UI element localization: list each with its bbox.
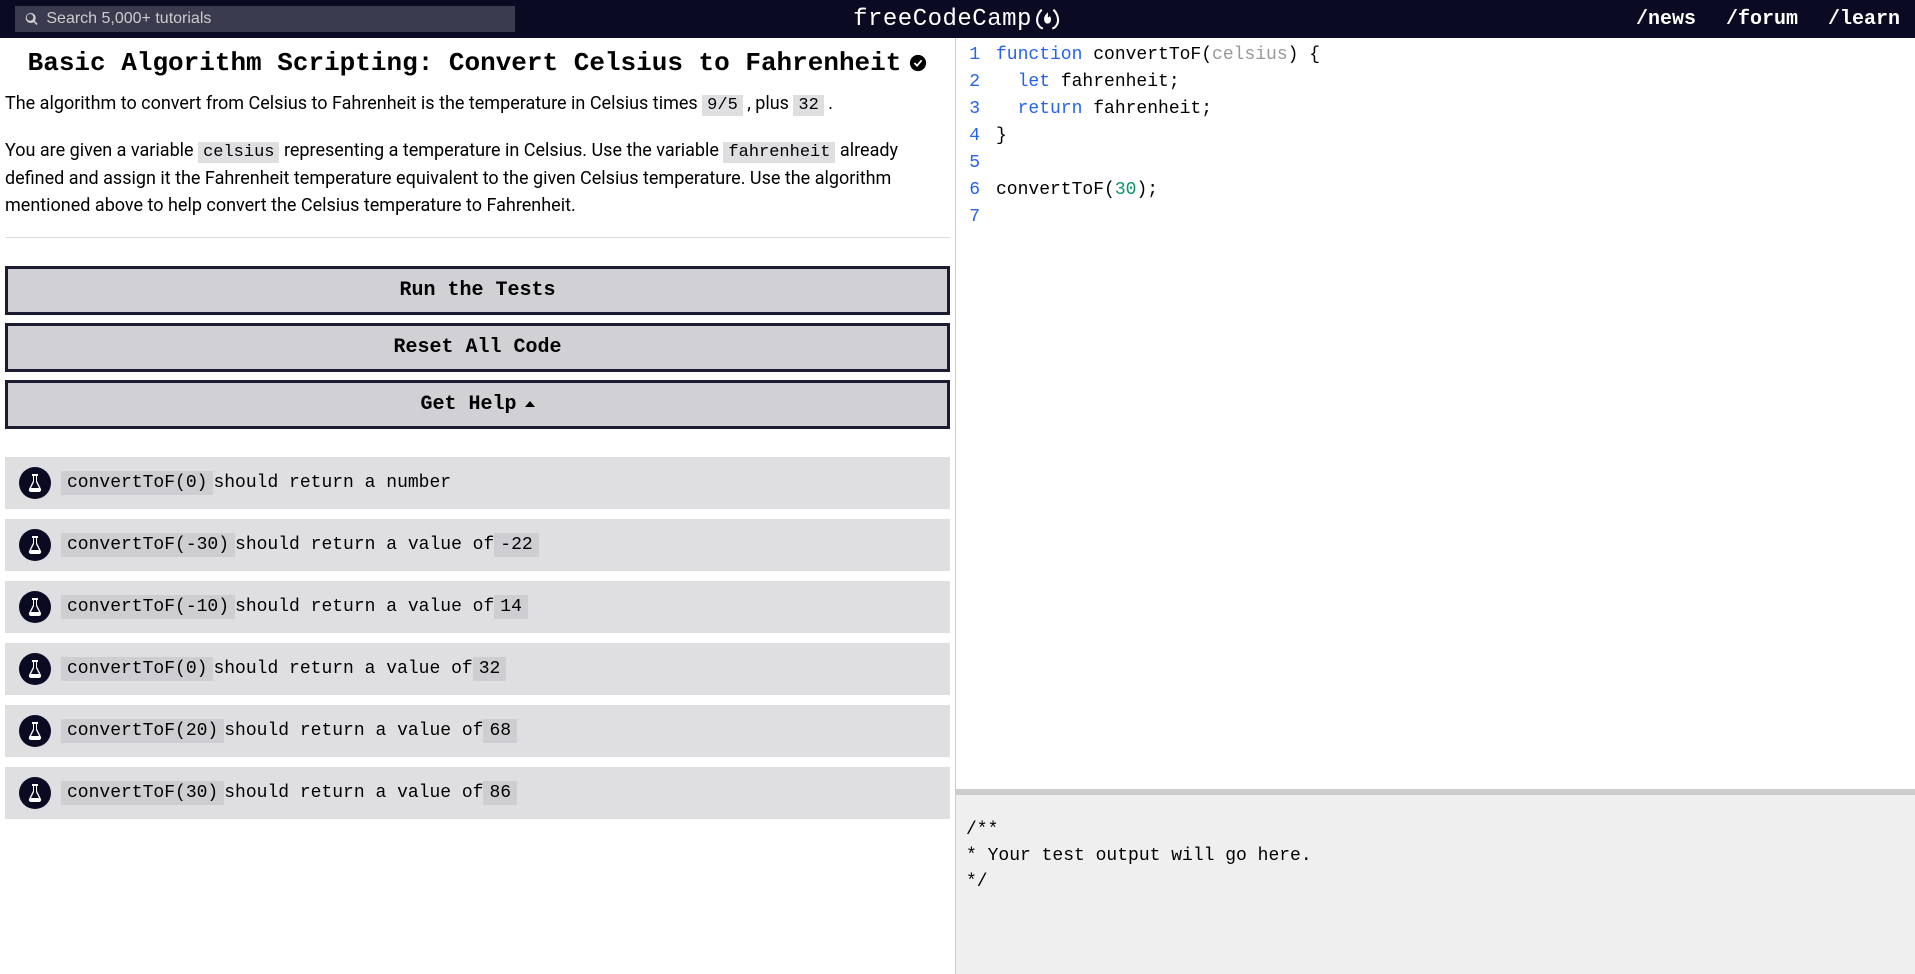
test-row: convertToF(30) should return a value of … <box>5 767 950 819</box>
get-help-button[interactable]: Get Help <box>5 380 950 429</box>
test-text: should return a value of <box>235 535 494 555</box>
test-expected: 14 <box>494 595 528 619</box>
line-number: 2 <box>956 69 996 96</box>
code-content[interactable]: convertToF(30); <box>996 177 1158 204</box>
test-expected: -22 <box>494 533 538 557</box>
description-1: The algorithm to convert from Celsius to… <box>5 90 950 119</box>
nav-link-learn[interactable]: /learn <box>1828 8 1900 31</box>
editor-line[interactable]: 1function convertToF(celsius) { <box>956 42 1915 69</box>
search-icon <box>25 12 38 26</box>
button-column: Run the Tests Reset All Code Get Help <box>5 266 950 429</box>
code-content[interactable]: let fahrenheit; <box>996 69 1180 96</box>
line-number: 7 <box>956 204 996 231</box>
caret-up-icon <box>525 401 535 407</box>
test-code: convertToF(20) <box>61 719 224 743</box>
navbar: freeCodeCamp /news /forum /learn <box>0 0 1915 38</box>
code-offset: 32 <box>793 95 823 116</box>
title-row: Basic Algorithm Scripting: Convert Celsi… <box>5 48 950 78</box>
flask-icon <box>19 529 51 561</box>
line-number: 3 <box>956 96 996 123</box>
line-number: 5 <box>956 150 996 177</box>
flask-icon <box>19 777 51 809</box>
test-text: should return a number <box>213 473 451 493</box>
search-input[interactable] <box>46 10 505 28</box>
flask-icon <box>19 467 51 499</box>
reset-code-button[interactable]: Reset All Code <box>5 323 950 372</box>
editor-line[interactable]: 3 return fahrenheit; <box>956 96 1915 123</box>
run-tests-button[interactable]: Run the Tests <box>5 266 950 315</box>
editor-panel: 1function convertToF(celsius) {2 let fah… <box>955 38 1915 974</box>
tests-list: convertToF(0) should return a numberconv… <box>5 457 950 819</box>
description-2: You are given a variable celsius represe… <box>5 137 950 220</box>
test-row: convertToF(-30) should return a value of… <box>5 519 950 571</box>
brand-text: freeCodeCamp <box>853 6 1032 33</box>
fire-icon <box>1034 5 1062 33</box>
test-row: convertToF(0) should return a value of 3… <box>5 643 950 695</box>
challenge-title: Basic Algorithm Scripting: Convert Celsi… <box>28 48 902 78</box>
test-text: should return a value of <box>224 783 483 803</box>
test-code: convertToF(0) <box>61 471 213 495</box>
nav-link-news[interactable]: /news <box>1636 8 1696 31</box>
brand-logo[interactable]: freeCodeCamp <box>853 5 1062 33</box>
test-expected: 68 <box>483 719 517 743</box>
editor-line[interactable]: 2 let fahrenheit; <box>956 69 1915 96</box>
editor-line[interactable]: 7 <box>956 204 1915 231</box>
completed-check-icon <box>909 54 927 72</box>
search-container[interactable] <box>15 6 515 32</box>
line-number: 4 <box>956 123 996 150</box>
editor-line[interactable]: 4} <box>956 123 1915 150</box>
code-fraction: 9/5 <box>702 95 743 116</box>
code-editor[interactable]: 1function convertToF(celsius) {2 let fah… <box>956 38 1915 789</box>
code-content[interactable]: } <box>996 123 1007 150</box>
line-number: 1 <box>956 42 996 69</box>
test-text: should return a value of <box>235 597 494 617</box>
main-content: Basic Algorithm Scripting: Convert Celsi… <box>0 38 1915 974</box>
nav-link-forum[interactable]: /forum <box>1726 8 1798 31</box>
output-console: /** * Your test output will go here. */ <box>956 789 1915 974</box>
test-text: should return a value of <box>224 721 483 741</box>
test-expected: 32 <box>473 657 507 681</box>
test-code: convertToF(-30) <box>61 533 235 557</box>
test-row: convertToF(20) should return a value of … <box>5 705 950 757</box>
code-content[interactable]: function convertToF(celsius) { <box>996 42 1320 69</box>
test-code: convertToF(-10) <box>61 595 235 619</box>
line-number: 6 <box>956 177 996 204</box>
test-text: should return a value of <box>213 659 472 679</box>
test-code: convertToF(30) <box>61 781 224 805</box>
test-row: convertToF(-10) should return a value of… <box>5 581 950 633</box>
code-fahrenheit: fahrenheit <box>723 142 835 163</box>
flask-icon <box>19 653 51 685</box>
test-code: convertToF(0) <box>61 657 213 681</box>
code-content[interactable]: return fahrenheit; <box>996 96 1212 123</box>
test-expected: 86 <box>483 781 517 805</box>
challenge-panel: Basic Algorithm Scripting: Convert Celsi… <box>0 38 955 974</box>
flask-icon <box>19 715 51 747</box>
editor-line[interactable]: 6convertToF(30); <box>956 177 1915 204</box>
flask-icon <box>19 591 51 623</box>
test-row: convertToF(0) should return a number <box>5 457 950 509</box>
editor-line[interactable]: 5 <box>956 150 1915 177</box>
nav-links: /news /forum /learn <box>1636 8 1900 31</box>
divider <box>5 237 950 238</box>
code-celsius: celsius <box>198 142 279 163</box>
